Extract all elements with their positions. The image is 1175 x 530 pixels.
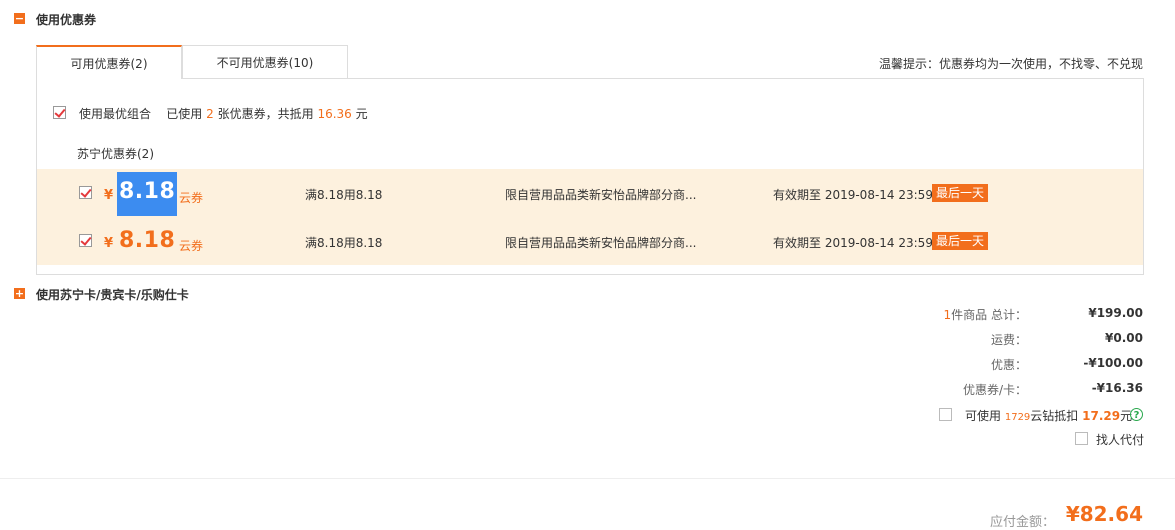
- coupon-amount: 8.18: [119, 228, 176, 253]
- payable-label: 应付金额：: [989, 515, 1055, 530]
- coupon-card-value: -¥16.36: [1091, 381, 1143, 395]
- best-combo-checkbox[interactable]: [53, 106, 66, 119]
- payable-amount: ¥82.64: [1065, 502, 1143, 526]
- coupon-hint: 温馨提示：优惠券均为一次使用，不找零、不兑现: [878, 57, 1143, 71]
- best-combo-summary: 使用最优组合 已使用 2 张优惠券，共抵用 16.36 元: [79, 105, 368, 122]
- items-label: 件商品 总计：: [951, 308, 1027, 322]
- coupon-checkbox[interactable]: [79, 186, 92, 199]
- discount-value: -¥100.00: [1083, 356, 1143, 370]
- diamond-count: 1729: [1004, 412, 1031, 423]
- diamond-deduction: 可使用 1729云钻抵扣 17.29元: [965, 407, 1132, 424]
- tab-available-coupons[interactable]: 可用优惠券(2): [36, 45, 182, 79]
- collapse-icon[interactable]: −: [14, 13, 25, 24]
- used-mid: 张优惠券，共抵用: [217, 107, 314, 121]
- coupon-condition: 满8.18用8.18: [305, 236, 383, 250]
- coupon-checkbox[interactable]: [79, 234, 92, 247]
- diamond-checkbox[interactable]: [939, 408, 952, 421]
- used-count: 2: [206, 107, 214, 121]
- diamond-mid: 云钻抵扣: [1030, 409, 1079, 423]
- coupon-card-label: 优惠券/卡：: [962, 383, 1027, 397]
- coupon-currency: ¥: [104, 188, 114, 203]
- items-total-value: ¥199.00: [1088, 306, 1143, 320]
- used-prefix: 已使用: [166, 107, 203, 121]
- coupon-expiry: 有效期至 2019-08-14 23:59: [773, 236, 933, 250]
- last-day-badge: 最后一天: [932, 184, 989, 202]
- coupon-scope: 限自营用品品类新安怡品牌部分商...: [505, 188, 697, 202]
- last-day-badge: 最后一天: [932, 232, 989, 250]
- best-combo-label: 使用最优组合: [79, 107, 152, 121]
- used-amount: 16.36: [317, 107, 352, 121]
- group-title: 苏宁优惠券(2): [77, 147, 154, 161]
- tab-unavailable-coupons[interactable]: 不可用优惠券(10): [182, 45, 348, 78]
- diamond-amount: 17.29: [1082, 409, 1121, 423]
- coupon-condition: 满8.18用8.18: [305, 188, 383, 202]
- shipping-label: 运费：: [990, 333, 1027, 347]
- coupon-currency: ¥: [104, 236, 114, 251]
- proxy-pay-label[interactable]: 找人代付: [1096, 431, 1144, 448]
- help-icon[interactable]: ?: [1130, 408, 1143, 421]
- items-total-label: 1件商品 总计：: [944, 306, 1027, 323]
- used-suffix: 元: [355, 107, 368, 121]
- coupon-type: 云券: [179, 239, 204, 253]
- coupon-expiry: 有效期至 2019-08-14 23:59: [773, 188, 933, 202]
- coupon-type: 云券: [179, 191, 204, 205]
- proxy-pay-checkbox[interactable]: [1075, 432, 1088, 445]
- divider: [0, 478, 1175, 479]
- diamond-prefix: 可使用: [965, 409, 1002, 423]
- discount-label: 优惠：: [990, 358, 1027, 372]
- coupon-scope: 限自营用品品类新安怡品牌部分商...: [505, 236, 697, 250]
- expand-icon[interactable]: +: [14, 288, 25, 299]
- coupon-amount: 8.18: [117, 172, 178, 216]
- card-section-title[interactable]: 使用苏宁卡/贵宾卡/乐购仕卡: [36, 286, 189, 303]
- coupon-section-title: 使用优惠券: [36, 13, 97, 27]
- shipping-value: ¥0.00: [1105, 331, 1143, 345]
